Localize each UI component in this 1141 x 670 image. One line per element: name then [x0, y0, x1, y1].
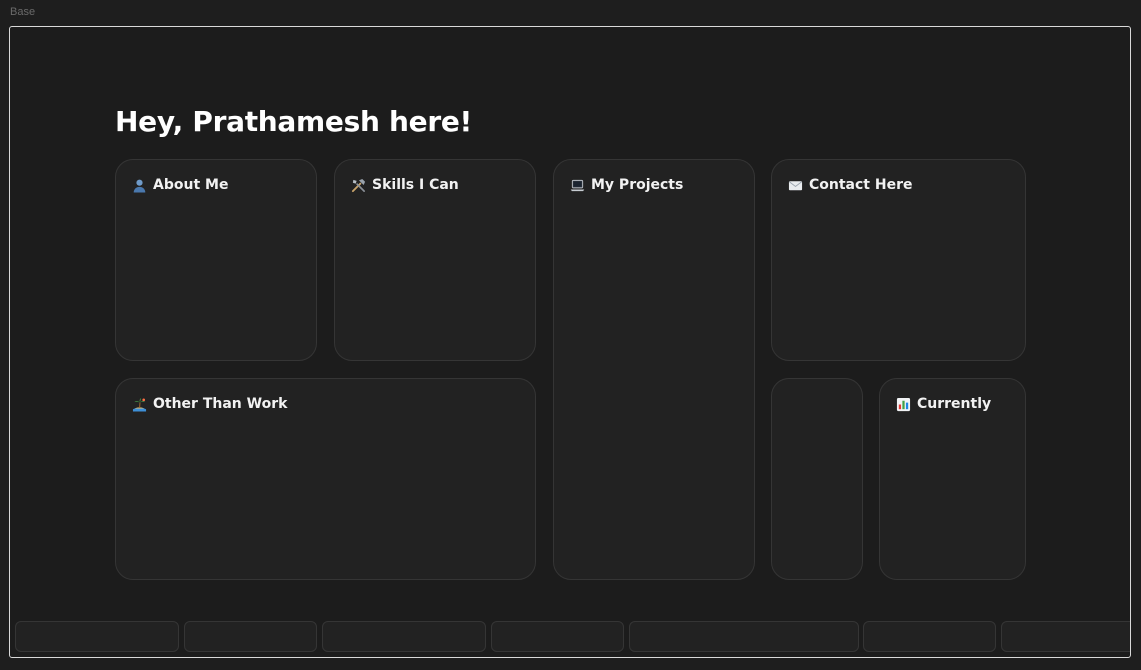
bottom-bar-item[interactable] [863, 621, 996, 652]
card-header: My Projects [570, 177, 683, 193]
bottom-bar-item[interactable] [491, 621, 624, 652]
about-me-card[interactable]: About Me [115, 159, 317, 361]
laptop-icon [570, 178, 585, 193]
frame-label: Base [10, 6, 36, 18]
card-title: Currently [917, 396, 992, 412]
currently-card[interactable]: Currently [879, 378, 1026, 580]
envelope-icon [788, 178, 803, 193]
bar-chart-icon [896, 397, 911, 412]
contact-card[interactable]: Contact Here [771, 159, 1026, 361]
projects-card[interactable]: My Projects [553, 159, 755, 580]
card-title: Skills I Can [372, 177, 459, 193]
bottom-bar-item[interactable] [322, 621, 486, 652]
card-header: Contact Here [788, 177, 912, 193]
card-header: Skills I Can [351, 177, 459, 193]
bottom-bar-item[interactable] [15, 621, 179, 652]
bottom-bar-item[interactable] [184, 621, 317, 652]
card-title: My Projects [591, 177, 684, 193]
bottom-bar-item[interactable] [629, 621, 859, 652]
page-title: Hey, Prathamesh here! [115, 105, 473, 138]
card-header: Currently [896, 396, 991, 412]
bottom-bar-item[interactable] [1001, 621, 1130, 652]
card-title: About Me [153, 177, 229, 193]
tools-icon [351, 178, 366, 193]
card-header: Other Than Work [132, 396, 287, 412]
skills-card[interactable]: Skills I Can [334, 159, 536, 361]
other-than-work-card[interactable]: Other Than Work [115, 378, 536, 580]
card-title: Contact Here [809, 177, 913, 193]
card-title: Other Than Work [153, 396, 288, 412]
base-frame: Hey, Prathamesh here! About Me Skills I … [9, 26, 1131, 658]
blank-card[interactable] [771, 378, 863, 580]
user-icon [132, 178, 147, 193]
card-header: About Me [132, 177, 228, 193]
island-icon [132, 397, 147, 412]
